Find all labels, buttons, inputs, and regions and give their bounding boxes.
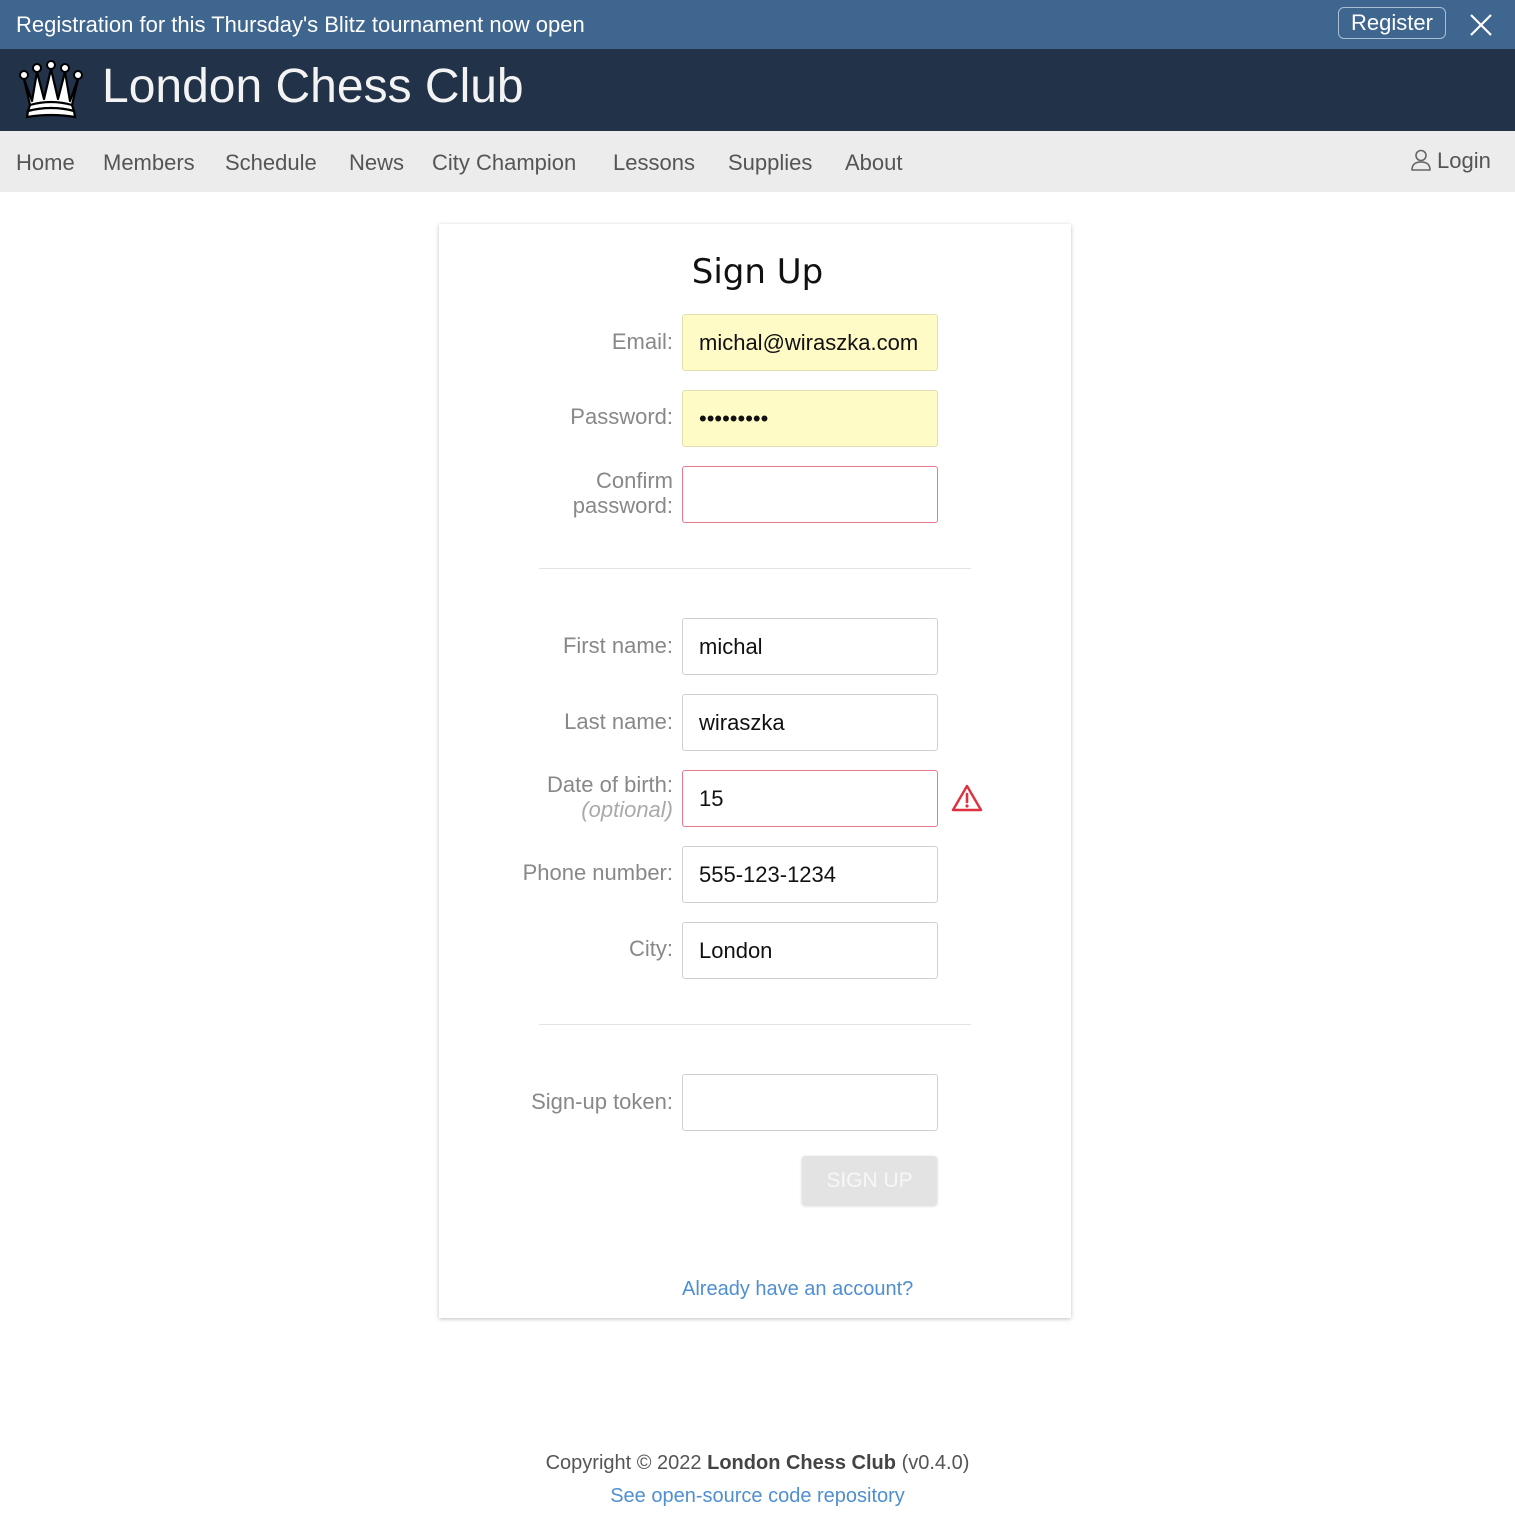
nav-item-news[interactable]: News (349, 150, 404, 176)
password-field[interactable] (682, 390, 938, 447)
site-header: London Chess Club (0, 49, 1515, 131)
register-button[interactable]: Register (1338, 7, 1446, 39)
confirm-password-label: Confirm password: (573, 468, 673, 518)
date-of-birth-field[interactable] (682, 770, 938, 827)
divider (539, 1024, 971, 1025)
signup-token-label: Sign-up token: (531, 1089, 673, 1114)
divider (539, 568, 971, 569)
city-field[interactable] (682, 922, 938, 979)
nav-item-home[interactable]: Home (16, 150, 75, 176)
signup-token-field[interactable] (682, 1074, 938, 1131)
phone-label: Phone number: (522, 860, 673, 885)
nav-item-supplies[interactable]: Supplies (728, 150, 812, 176)
sign-up-button[interactable]: SIGN UP (802, 1156, 937, 1205)
password-label: Password: (570, 404, 673, 429)
footer-club-name: London Chess Club (707, 1452, 896, 1474)
copyright-prefix: Copyright © 2022 (545, 1452, 702, 1474)
email-label: Email: (611, 329, 673, 354)
close-icon[interactable] (1468, 12, 1494, 38)
optional-hint: (optional) (581, 797, 673, 822)
last-name-field[interactable] (682, 694, 938, 751)
first-name-label: First name: (562, 633, 673, 658)
footer-version: (v0.4.0) (901, 1452, 970, 1474)
nav-item-about[interactable]: About (845, 150, 903, 176)
email-field[interactable] (682, 314, 938, 371)
date-of-birth-label: Date of birth: (optional) (547, 772, 673, 822)
confirm-password-label-line1: Confirm (595, 468, 673, 493)
nav-item-schedule[interactable]: Schedule (225, 150, 317, 176)
date-of-birth-label-text: Date of birth: (547, 772, 673, 797)
footer-copyright: Copyright © 2022 London Chess Club (v0.4… (0, 1452, 1515, 1475)
nav-item-city-champion[interactable]: City Champion (432, 150, 576, 176)
warning-icon (951, 784, 983, 812)
nav-item-members[interactable]: Members (103, 150, 195, 176)
site-title[interactable]: London Chess Club (102, 59, 524, 114)
last-name-label: Last name: (564, 709, 673, 734)
main-nav: Home Members Schedule News City Champion… (0, 131, 1515, 192)
already-have-account-link[interactable]: Already have an account? (682, 1278, 913, 1301)
city-label: City: (629, 936, 673, 961)
login-label: Login (1437, 148, 1491, 173)
phone-field[interactable] (682, 846, 938, 903)
nav-item-lessons[interactable]: Lessons (613, 150, 695, 176)
first-name-field[interactable] (682, 618, 938, 675)
user-icon (1411, 149, 1431, 171)
confirm-password-field[interactable] (682, 466, 938, 523)
banner-text: Registration for this Thursday's Blitz t… (16, 12, 585, 37)
confirm-password-label-line2: password: (572, 493, 673, 518)
repo-link[interactable]: See open-source code repository (610, 1485, 905, 1507)
login-link[interactable]: Login (1411, 148, 1491, 174)
queen-icon[interactable] (18, 59, 84, 121)
announcement-banner: Registration for this Thursday's Blitz t… (0, 0, 1515, 49)
page-title: Sign Up (691, 252, 824, 292)
footer-repo: See open-source code repository (0, 1485, 1515, 1508)
